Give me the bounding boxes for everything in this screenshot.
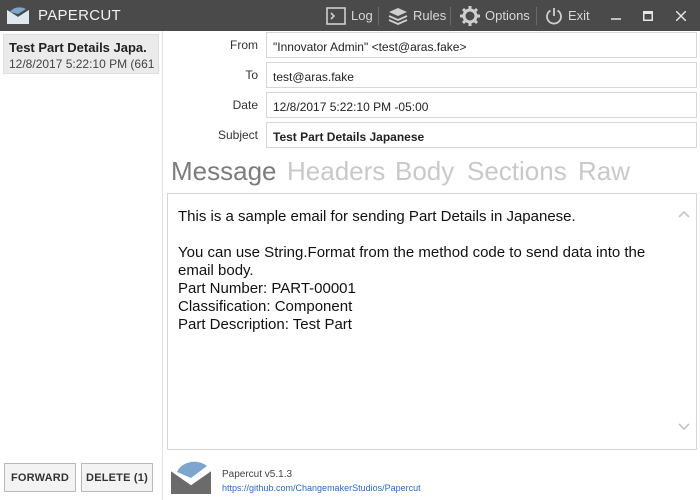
exit-label: Exit (568, 8, 590, 23)
log-icon (326, 6, 346, 25)
rules-label: Rules (413, 8, 447, 23)
from-field[interactable]: "Innovator Admin" <test@aras.fake> (266, 32, 697, 58)
log-button[interactable]: Log (326, 0, 373, 31)
tab-headers[interactable]: Headers (287, 156, 385, 187)
minimize-icon (611, 17, 621, 20)
to-label: To (245, 68, 258, 82)
tab-raw[interactable]: Raw (578, 156, 630, 187)
tab-sections[interactable]: Sections (467, 156, 567, 187)
forward-button[interactable]: FORWARD (4, 463, 76, 492)
body-line: This is a sample email for sending Part … (178, 208, 576, 225)
from-label: From (230, 38, 258, 52)
to-field[interactable]: test@aras.fake (266, 62, 697, 88)
rules-icon (388, 7, 408, 25)
message-body-panel[interactable]: This is a sample email for sending Part … (167, 193, 697, 450)
subject-field[interactable]: Test Part Details Japanese (266, 122, 697, 148)
gear-icon (460, 5, 480, 26)
app-title: PAPERCUT (38, 7, 121, 24)
minimize-button[interactable] (601, 0, 631, 31)
date-label: Date (232, 98, 258, 112)
body-line: You can use String.Format from the metho… (178, 244, 646, 279)
message-subject: Test Part Details Japa. (9, 40, 147, 55)
rules-button[interactable]: Rules (388, 0, 446, 31)
maximize-button[interactable] (633, 0, 663, 31)
options-label: Options (485, 8, 530, 23)
exit-button[interactable]: Exit (545, 0, 590, 31)
toolbar-divider (378, 7, 379, 25)
papercut-logo-icon (170, 461, 212, 494)
toolbar-divider (536, 7, 537, 25)
body-line: Part Number: PART-00001 (178, 280, 356, 297)
scroll-down-icon[interactable] (678, 423, 690, 431)
message-list: Test Part Details Japa. 12/8/2017 5:22:1… (0, 31, 163, 500)
power-icon (546, 7, 562, 24)
subject-label: Subject (217, 128, 258, 142)
close-icon (676, 10, 686, 21)
close-button[interactable] (666, 0, 696, 31)
options-button[interactable]: Options (460, 0, 530, 31)
title-bar: PAPERCUT Log Rules Options Exit (0, 0, 700, 31)
toolbar-divider (450, 7, 451, 25)
papercut-logo-icon (6, 7, 30, 24)
tab-message[interactable]: Message (171, 156, 277, 187)
version-text: Papercut v5.1.3 (222, 469, 293, 480)
log-label: Log (351, 8, 373, 23)
message-list-item[interactable]: Test Part Details Japa. 12/8/2017 5:22:1… (3, 34, 159, 74)
body-line: Part Description: Test Part (178, 316, 352, 333)
github-link[interactable]: https://github.com/ChangemakerStudios/Pa… (222, 483, 421, 493)
tab-body[interactable]: Body (395, 156, 454, 187)
message-body-text: This is a sample email for sending Part … (178, 208, 673, 334)
delete-button[interactable]: DELETE (1) (81, 463, 153, 492)
scroll-up-icon[interactable] (678, 210, 690, 218)
message-date: 12/8/2017 5:22:10 PM (661 (9, 57, 155, 71)
maximize-icon (643, 10, 653, 21)
body-line: Classification: Component (178, 298, 353, 315)
date-field[interactable]: 12/8/2017 5:22:10 PM -05:00 (266, 92, 697, 118)
